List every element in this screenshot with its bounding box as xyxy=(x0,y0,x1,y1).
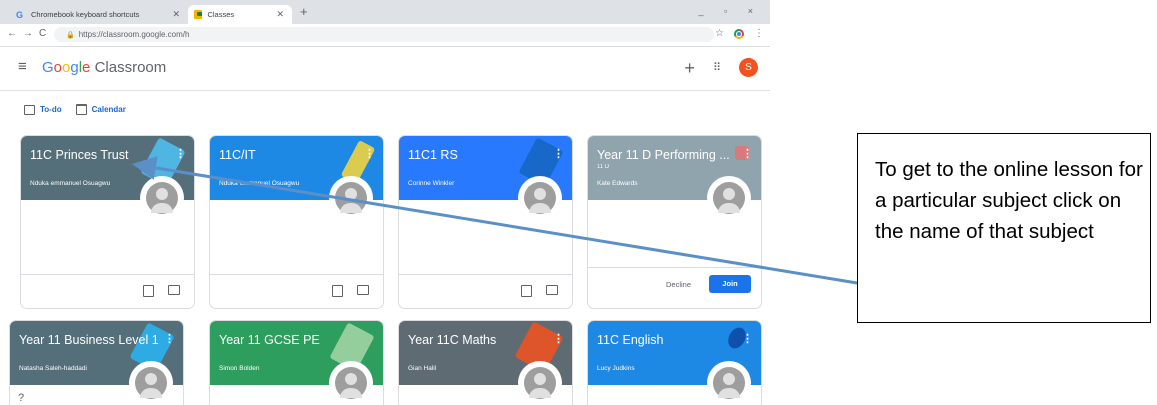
instruction-callout: To get to the online lesson for a partic… xyxy=(857,133,1151,323)
callout-text: To get to the online lesson for a partic… xyxy=(875,158,1143,243)
arrow-line xyxy=(132,156,858,285)
